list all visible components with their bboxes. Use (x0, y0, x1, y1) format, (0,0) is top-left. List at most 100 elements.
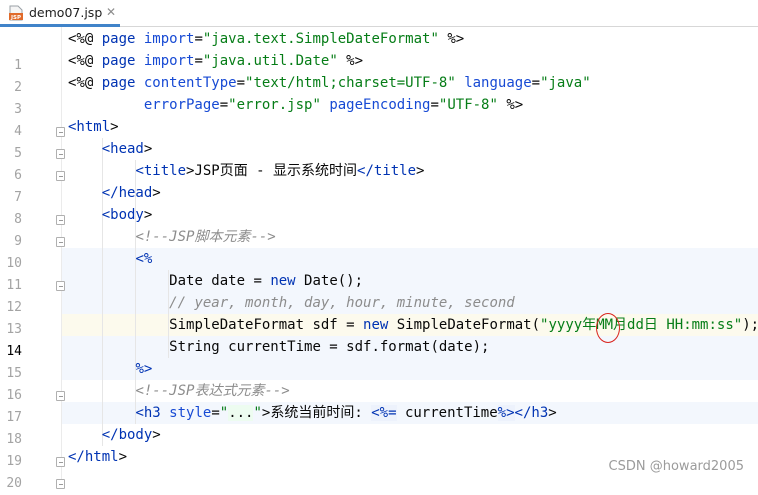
code-token: ); (742, 317, 758, 333)
code-token: errorPage (143, 97, 220, 113)
line-number: 2 (14, 80, 22, 95)
code-token: contentType (143, 75, 237, 91)
code-token: page (101, 75, 144, 91)
code-token: </head (101, 185, 153, 201)
code-editor[interactable]: 1 2 3 4 5 6 7 8 9 10 11 12 13 14 15 16 17 18 19 20 <%@ page… (0, 27, 758, 491)
code-token: > (152, 427, 161, 443)
code-token: language (464, 75, 532, 91)
line-number: 1 (14, 58, 22, 73)
code-token: "java.util.Date" (202, 53, 338, 69)
code-line[interactable]: errorPage="error.jsp" pageEncoding="UTF-… (68, 94, 523, 116)
code-token: // year, month, day, hour, minute, secon… (169, 295, 515, 311)
code-line[interactable]: <body> (68, 204, 153, 226)
code-token: <title (135, 163, 187, 179)
code-token: <html (68, 119, 111, 135)
code-line[interactable]: <!--JSP脚本元素--> (68, 226, 275, 248)
code-line[interactable]: </body> (68, 424, 161, 446)
code-token: <h3 (135, 405, 170, 421)
code-token: 系统当前时间: (270, 405, 372, 421)
code-token: </body (101, 427, 153, 443)
code-line[interactable]: // year, month, day, hour, minute, secon… (68, 292, 515, 314)
code-token: SimpleDateFormat sdf = (169, 317, 364, 333)
code-token: <head (101, 141, 144, 157)
jsp-icon-label: JSP (10, 15, 21, 21)
code-line[interactable]: <%@ page contentType="text/html;charset=… (68, 72, 591, 94)
code-token: = (219, 97, 229, 113)
code-token: " (219, 405, 229, 421)
code-line[interactable]: <html> (68, 116, 119, 138)
line-number: 8 (14, 212, 22, 227)
line-number: 3 (14, 102, 22, 117)
code-token: = (531, 75, 541, 91)
code-token: </h3 (514, 405, 549, 421)
line-number: 5 (14, 146, 22, 161)
code-token: "java.text.SimpleDateFormat" (202, 31, 439, 47)
line-number: 18 (6, 432, 22, 447)
line-number: 19 (6, 454, 22, 469)
code-line[interactable]: <title>JSP页面 - 显示系统时间</title> (68, 160, 424, 182)
line-number: 6 (14, 168, 22, 183)
code-line[interactable]: </html> (68, 446, 127, 468)
tab-demo07-jsp[interactable]: JSP demo07.jsp ✕ (0, 0, 120, 27)
editor-tab-bar: JSP demo07.jsp ✕ (0, 0, 758, 27)
code-line[interactable]: SimpleDateFormat sdf = new SimpleDateFor… (68, 314, 758, 336)
line-number: 10 (6, 256, 22, 271)
code-line[interactable]: <%@ page import="java.text.SimpleDateFor… (68, 28, 464, 50)
code-token: new (363, 317, 397, 333)
code-line[interactable]: </head> (68, 182, 161, 204)
watermark: CSDN @howard2005 (608, 459, 744, 474)
code-token: page (101, 53, 144, 69)
line-number: 9 (14, 234, 22, 249)
code-token: = (194, 31, 203, 47)
code-token: > (143, 141, 153, 157)
code-token: import (143, 31, 195, 47)
annotation-circle (596, 313, 620, 343)
code-token: %> (497, 97, 524, 113)
code-line[interactable]: %> (68, 358, 152, 380)
close-icon[interactable]: ✕ (106, 5, 116, 19)
code-token: <body (101, 207, 144, 223)
code-line[interactable]: <!--JSP表达式元素--> (68, 380, 290, 402)
code-token: > (110, 119, 119, 135)
code-line[interactable]: <head> (68, 138, 153, 160)
code-token: Date(); (304, 273, 364, 289)
code-line[interactable]: <%@ page import="java.util.Date" %> (68, 50, 363, 72)
code-token: " (253, 405, 262, 421)
code-token: > (548, 405, 557, 421)
code-token: = (211, 405, 220, 421)
code-token: </title (357, 163, 417, 179)
code-token: "text/html;charset=UTF-8" (245, 75, 456, 91)
code-token: <!--JSP表达式元素--> (135, 383, 290, 399)
code-line[interactable]: <h3 style="...">系统当前时间: <%= currentTime%… (68, 402, 557, 424)
code-area[interactable]: <%@ page import="java.text.SimpleDateFor… (62, 27, 758, 486)
code-token: "yyyy年MM月dd日 HH:mm:ss" (540, 317, 743, 333)
code-token: style (169, 405, 212, 421)
code-line[interactable]: String currentTime = sdf.format(date); (68, 336, 489, 358)
code-token: SimpleDateFormat( (396, 317, 541, 333)
code-token: %> (337, 53, 364, 69)
code-token: </html (68, 449, 119, 465)
code-token: > (143, 207, 153, 223)
line-number: 17 (6, 410, 22, 425)
code-token: new (270, 273, 305, 289)
code-token: <%@ (68, 53, 102, 69)
code-token: String currentTime = sdf.format(date); (169, 339, 490, 355)
code-token: currentTime (396, 405, 498, 421)
code-line[interactable]: Date date = new Date(); (68, 270, 363, 292)
line-number: 4 (14, 124, 22, 139)
line-number: 7 (14, 190, 22, 205)
code-token: page (101, 31, 144, 47)
code-token: > (152, 185, 161, 201)
code-line[interactable]: <% (68, 248, 152, 270)
